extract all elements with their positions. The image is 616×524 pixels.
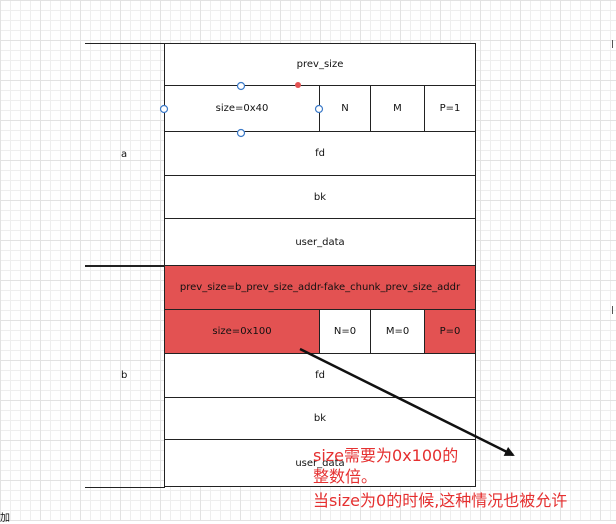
- annotation-line-3: 当size为0的时候,这种情况也被允许: [313, 491, 568, 510]
- selection-handle-bottom[interactable]: [236, 128, 246, 138]
- anchor-point[interactable]: [295, 82, 301, 88]
- selection-handle-left[interactable]: [159, 104, 169, 114]
- edge-tick-bottom: [612, 306, 613, 314]
- selection-handle-top[interactable]: [236, 81, 246, 91]
- annotation-line-1: size需要为0x100的: [313, 446, 459, 465]
- edge-tick-top: [612, 40, 613, 48]
- annotation-arrow[interactable]: [299, 347, 515, 457]
- edge-text-fragment: 加: [0, 513, 10, 524]
- annotation-line-2: 整数倍。: [313, 467, 378, 486]
- selection-handle-right[interactable]: [314, 104, 324, 114]
- diagram-overlay: [159, 81, 515, 457]
